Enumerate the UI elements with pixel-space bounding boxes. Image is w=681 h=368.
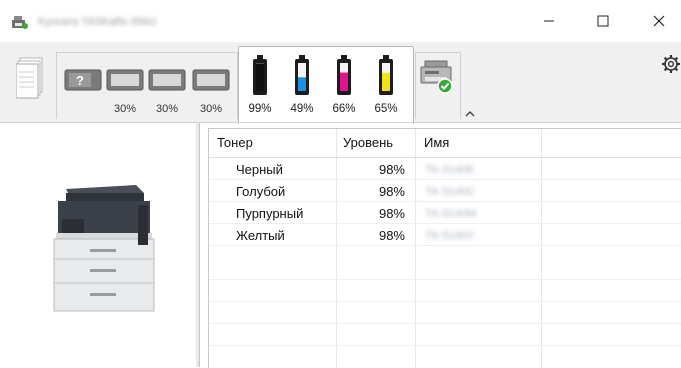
- maximize-icon: [597, 15, 609, 27]
- printer-status-ok-icon: [420, 60, 453, 94]
- toner-cartridge-icon: [253, 55, 267, 95]
- svg-text:?: ?: [76, 73, 84, 88]
- toner-color-cell: Черный: [236, 162, 283, 177]
- column-header-name[interactable]: Имя: [416, 129, 541, 157]
- paper-tray-unknown-icon: ?: [64, 69, 102, 91]
- tray-level: 30%: [155, 103, 179, 115]
- toner-cartridge-icon: [295, 55, 309, 95]
- toner-name-cell: TK-5140C: [425, 186, 476, 198]
- toner-color-cell: Голубой: [236, 184, 286, 199]
- pane-splitter[interactable]: [196, 123, 200, 367]
- paper-tray-icon: [106, 69, 144, 91]
- status-toolbar: ? 30% 30% 30% 99% 49% 66% 65%: [0, 42, 681, 124]
- toner-level-cell: 98%: [378, 184, 405, 199]
- paper-stack-icon[interactable]: [16, 56, 46, 100]
- toner-level-cell: 98%: [378, 162, 405, 177]
- toner-color-cell: Желтый: [236, 228, 285, 243]
- table-header: Тонер Уровень Имя: [209, 129, 681, 158]
- toner-level-cell: 98%: [378, 206, 405, 221]
- close-button[interactable]: [636, 6, 681, 36]
- printer-device-image: [53, 185, 155, 312]
- device-status-button[interactable]: [415, 52, 461, 119]
- tray-level: 30%: [199, 103, 223, 115]
- toner-table: Тонер Уровень Имя Черный 98% TK-5140K Го…: [208, 128, 681, 368]
- toner-cartridge-icon: [379, 55, 393, 95]
- title-bar: Kyocera TASKalfa 356ci: [0, 0, 681, 42]
- toner-level-yellow: 65%: [374, 103, 398, 115]
- toner-color-cell: Пурпурный: [236, 206, 304, 221]
- device-image-pane: [0, 123, 200, 367]
- toner-levels-group[interactable]: 99% 49% 66% 65%: [238, 46, 414, 124]
- collapse-chevron-icon[interactable]: [464, 109, 476, 119]
- close-icon: [653, 15, 665, 27]
- printer-app-icon: [12, 16, 28, 29]
- toner-name-cell: TK-5140M: [425, 208, 477, 220]
- toner-cartridge-icon: [337, 55, 351, 95]
- toner-level-cell: 98%: [378, 228, 405, 243]
- column-header-toner[interactable]: Тонер: [209, 129, 336, 157]
- toner-level-cyan: 49%: [290, 103, 314, 115]
- window-title: Kyocera TASKalfa 356ci: [38, 16, 157, 28]
- maximize-button[interactable]: [580, 6, 626, 36]
- minimize-button[interactable]: [526, 6, 572, 36]
- gear-icon[interactable]: [661, 54, 681, 74]
- paper-tray-icon: [192, 69, 230, 91]
- tray-level: 30%: [113, 103, 137, 115]
- toner-name-cell: TK-5140K: [425, 164, 475, 176]
- column-header-level[interactable]: Уровень: [343, 129, 415, 157]
- toner-level-black: 99%: [248, 103, 272, 115]
- minimize-icon: [544, 20, 554, 22]
- paper-trays-group[interactable]: ? 30% 30% 30%: [56, 52, 238, 119]
- toner-level-magenta: 66%: [332, 103, 356, 115]
- toner-name-cell: TK-5140Y: [425, 230, 475, 242]
- paper-tray-icon: [148, 69, 186, 91]
